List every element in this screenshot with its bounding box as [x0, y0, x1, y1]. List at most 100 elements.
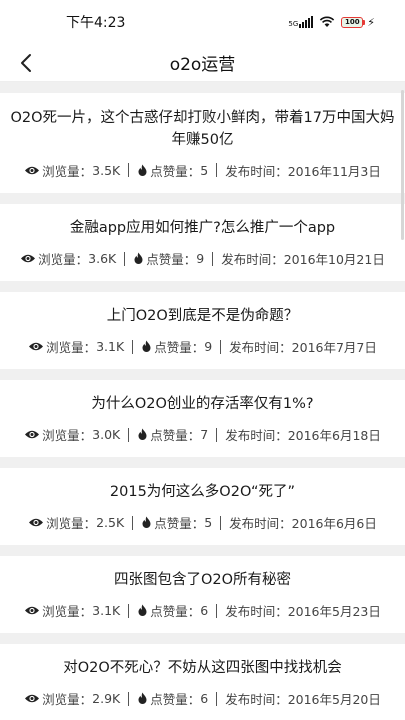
- article-item[interactable]: 为什么O2O创业的存活率仅有1%? 浏览量： 3.0K 点赞量： 7 发布时间：: [0, 380, 405, 457]
- charging-icon: ⚡: [367, 15, 375, 29]
- article-item[interactable]: 上门O2O到底是不是伪命题？ 浏览量： 3.1K 点赞量： 9 发布时间： 20: [0, 292, 405, 369]
- date-info: 发布时间： 2016年10月21日: [221, 249, 385, 268]
- date-label: 发布时间：: [225, 163, 288, 179]
- cellular-signal-icon: 5G: [288, 16, 314, 28]
- date-info: 发布时间： 2016年6月6日: [229, 513, 377, 532]
- back-arrow-icon: [21, 54, 31, 72]
- publish-date: 2016年6月18日: [287, 428, 381, 443]
- meta-divider: [216, 691, 218, 706]
- likes-label: 点赞量：: [146, 252, 197, 267]
- network-type-label: 5G: [288, 20, 299, 28]
- views-label: 浏览量：: [42, 692, 93, 707]
- date-info: 发布时间： 2016年5月20日: [225, 689, 381, 708]
- article-title: O2O死一片，这个古惑仔却打败小鲜肉，带着17万中国大妈年赚50亿: [10, 109, 395, 148]
- meta-divider: [220, 339, 222, 354]
- article-title: 金融app应用如何推广?怎么推广一个app: [69, 220, 336, 236]
- likes-info: 点赞量： 9: [133, 249, 204, 268]
- views-label: 浏览量：: [42, 163, 93, 179]
- back-button[interactable]: [8, 44, 44, 82]
- status-icons: 5G 100 ⚡: [288, 16, 375, 29]
- likes-info: 点赞量： 6: [137, 689, 208, 708]
- status-bar: 下午4:23 5G 100 ⚡: [0, 0, 405, 44]
- wifi-icon: [320, 16, 335, 27]
- eye-icon: [28, 341, 44, 352]
- views-count: 3.0K: [92, 427, 121, 442]
- fire-icon: [141, 516, 152, 529]
- views-info: 浏览量： 3.0K: [24, 425, 120, 444]
- likes-info: 点赞量： 7: [137, 425, 208, 444]
- views-label: 浏览量：: [42, 604, 93, 619]
- meta-divider: [212, 251, 214, 266]
- views-count: 3.1K: [96, 339, 125, 354]
- page-title: o2o运营: [169, 55, 236, 75]
- likes-label: 点赞量：: [154, 340, 205, 355]
- views-label: 浏览量：: [42, 428, 93, 443]
- status-time: 下午4:23: [66, 15, 126, 31]
- fire-icon: [137, 164, 148, 177]
- likes-count: 5: [204, 515, 213, 530]
- likes-label: 点赞量：: [150, 428, 201, 443]
- battery-icon: 100 ⚡: [341, 16, 375, 29]
- meta-divider: [216, 427, 218, 442]
- likes-label: 点赞量：: [150, 604, 201, 619]
- article-title: 上门O2O到底是不是伪命题？: [106, 308, 299, 324]
- article-item[interactable]: 2015为何这么多O2O“死了” 浏览量： 2.5K 点赞量： 5 发布时间：: [0, 468, 405, 545]
- likes-count: 9: [196, 251, 205, 266]
- likes-label: 点赞量：: [150, 692, 201, 707]
- battery-level: 100: [341, 16, 364, 28]
- article-title: 2015为何这么多O2O“死了”: [109, 484, 296, 500]
- date-label: 发布时间：: [229, 340, 292, 355]
- date-info: 发布时间： 2016年6月18日: [225, 425, 381, 444]
- publish-date: 2016年5月23日: [287, 604, 381, 619]
- views-info: 浏览量： 3.6K: [20, 249, 116, 268]
- list-separator: [0, 633, 405, 644]
- meta-divider: [216, 163, 218, 177]
- likes-label: 点赞量：: [150, 163, 201, 179]
- views-label: 浏览量：: [46, 340, 97, 355]
- views-info: 浏览量： 3.1K: [24, 601, 120, 620]
- meta-divider: [124, 251, 126, 266]
- fire-icon: [133, 252, 144, 265]
- article-item[interactable]: 四张图包含了O2O所有秘密 浏览量： 3.1K 点赞量： 6 发布时间： 201: [0, 556, 405, 633]
- fire-icon: [137, 428, 148, 441]
- article-meta: 浏览量： 3.1K 点赞量： 9 发布时间： 2016年7月7日: [28, 337, 377, 356]
- article-meta: 浏览量： 3.0K 点赞量： 7 发布时间： 2016年6月18日: [24, 425, 381, 444]
- publish-date: 2016年6月6日: [291, 516, 377, 531]
- list-separator: [0, 457, 405, 468]
- fire-icon: [137, 692, 148, 705]
- likes-info: 点赞量： 5: [137, 161, 208, 180]
- publish-date: 2016年10月21日: [283, 252, 385, 267]
- article-item[interactable]: 金融app应用如何推广?怎么推广一个app 浏览量： 3.6K 点赞量： 9 发…: [0, 204, 405, 281]
- views-info: 浏览量： 3.5K: [24, 161, 120, 180]
- article-item[interactable]: 对O2O不死心？不妨从这四张图中找找机会 浏览量： 2.9K 点赞量： 6 发布…: [0, 644, 405, 720]
- list-separator: [0, 82, 405, 93]
- article-list: O2O死一片，这个古惑仔却打败小鲜肉，带着17万中国大妈年赚50亿 浏览量： 3…: [0, 82, 405, 720]
- likes-count: 7: [200, 427, 209, 442]
- meta-divider: [128, 603, 130, 618]
- meta-divider: [128, 427, 130, 442]
- meta-divider: [128, 691, 130, 706]
- list-separator: [0, 369, 405, 380]
- eye-icon: [24, 693, 40, 704]
- likes-count: 5: [200, 162, 209, 178]
- likes-info: 点赞量： 5: [141, 513, 212, 532]
- nav-bar: o2o运营: [0, 44, 405, 82]
- article-title: 四张图包含了O2O所有秘密: [113, 572, 292, 588]
- views-count: 2.5K: [96, 515, 125, 530]
- views-count: 3.1K: [92, 603, 121, 618]
- likes-label: 点赞量：: [154, 516, 205, 531]
- views-info: 浏览量： 2.5K: [28, 513, 124, 532]
- likes-count: 9: [204, 339, 213, 354]
- meta-divider: [128, 163, 130, 177]
- likes-info: 点赞量： 9: [141, 337, 212, 356]
- article-meta: 浏览量： 3.1K 点赞量： 6 发布时间： 2016年5月23日: [24, 601, 381, 620]
- article-meta: 浏览量： 2.9K 点赞量： 6 发布时间： 2016年5月20日: [24, 689, 381, 708]
- eye-icon: [24, 605, 40, 616]
- publish-date: 2016年5月20日: [287, 692, 381, 707]
- article-title: 为什么O2O创业的存活率仅有1%?: [91, 396, 314, 412]
- list-separator: [0, 281, 405, 292]
- article-item[interactable]: O2O死一片，这个古惑仔却打败小鲜肉，带着17万中国大妈年赚50亿 浏览量： 3…: [0, 93, 405, 193]
- article-meta: 浏览量： 3.6K 点赞量： 9 发布时间： 2016年10月21日: [20, 249, 385, 268]
- date-label: 发布时间：: [229, 516, 292, 531]
- scrollbar[interactable]: [401, 90, 404, 240]
